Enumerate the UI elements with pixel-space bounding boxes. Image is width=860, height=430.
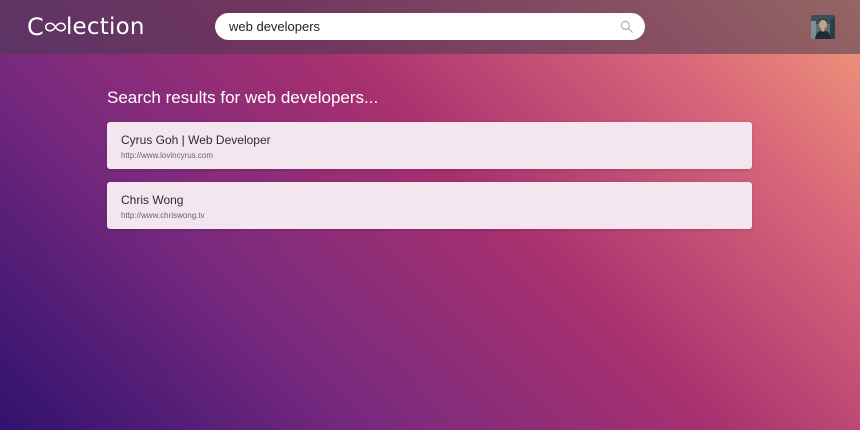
user-avatar[interactable] (811, 15, 835, 39)
result-title[interactable]: Cyrus Goh | Web Developer (121, 133, 271, 147)
result-title[interactable]: Chris Wong (121, 193, 183, 207)
top-bar: C lection (0, 0, 860, 54)
search-icon[interactable] (620, 20, 633, 33)
app-logo[interactable]: C lection (27, 12, 145, 42)
result-card[interactable]: Chris Wong http://www.chriswong.tv (107, 182, 752, 229)
result-url[interactable]: http://www.chriswong.tv (121, 211, 205, 220)
avatar-image (811, 15, 835, 39)
logo-suffix: lection (65, 14, 145, 40)
logo-prefix: C (27, 13, 44, 41)
search-input[interactable] (229, 13, 609, 40)
search-bar[interactable] (215, 13, 645, 40)
results-heading: Search results for web developers... (107, 88, 379, 107)
infinity-logo-icon (44, 22, 66, 32)
result-url[interactable]: http://www.lovincyrus.com (121, 151, 213, 160)
result-card[interactable]: Cyrus Goh | Web Developer http://www.lov… (107, 122, 752, 169)
